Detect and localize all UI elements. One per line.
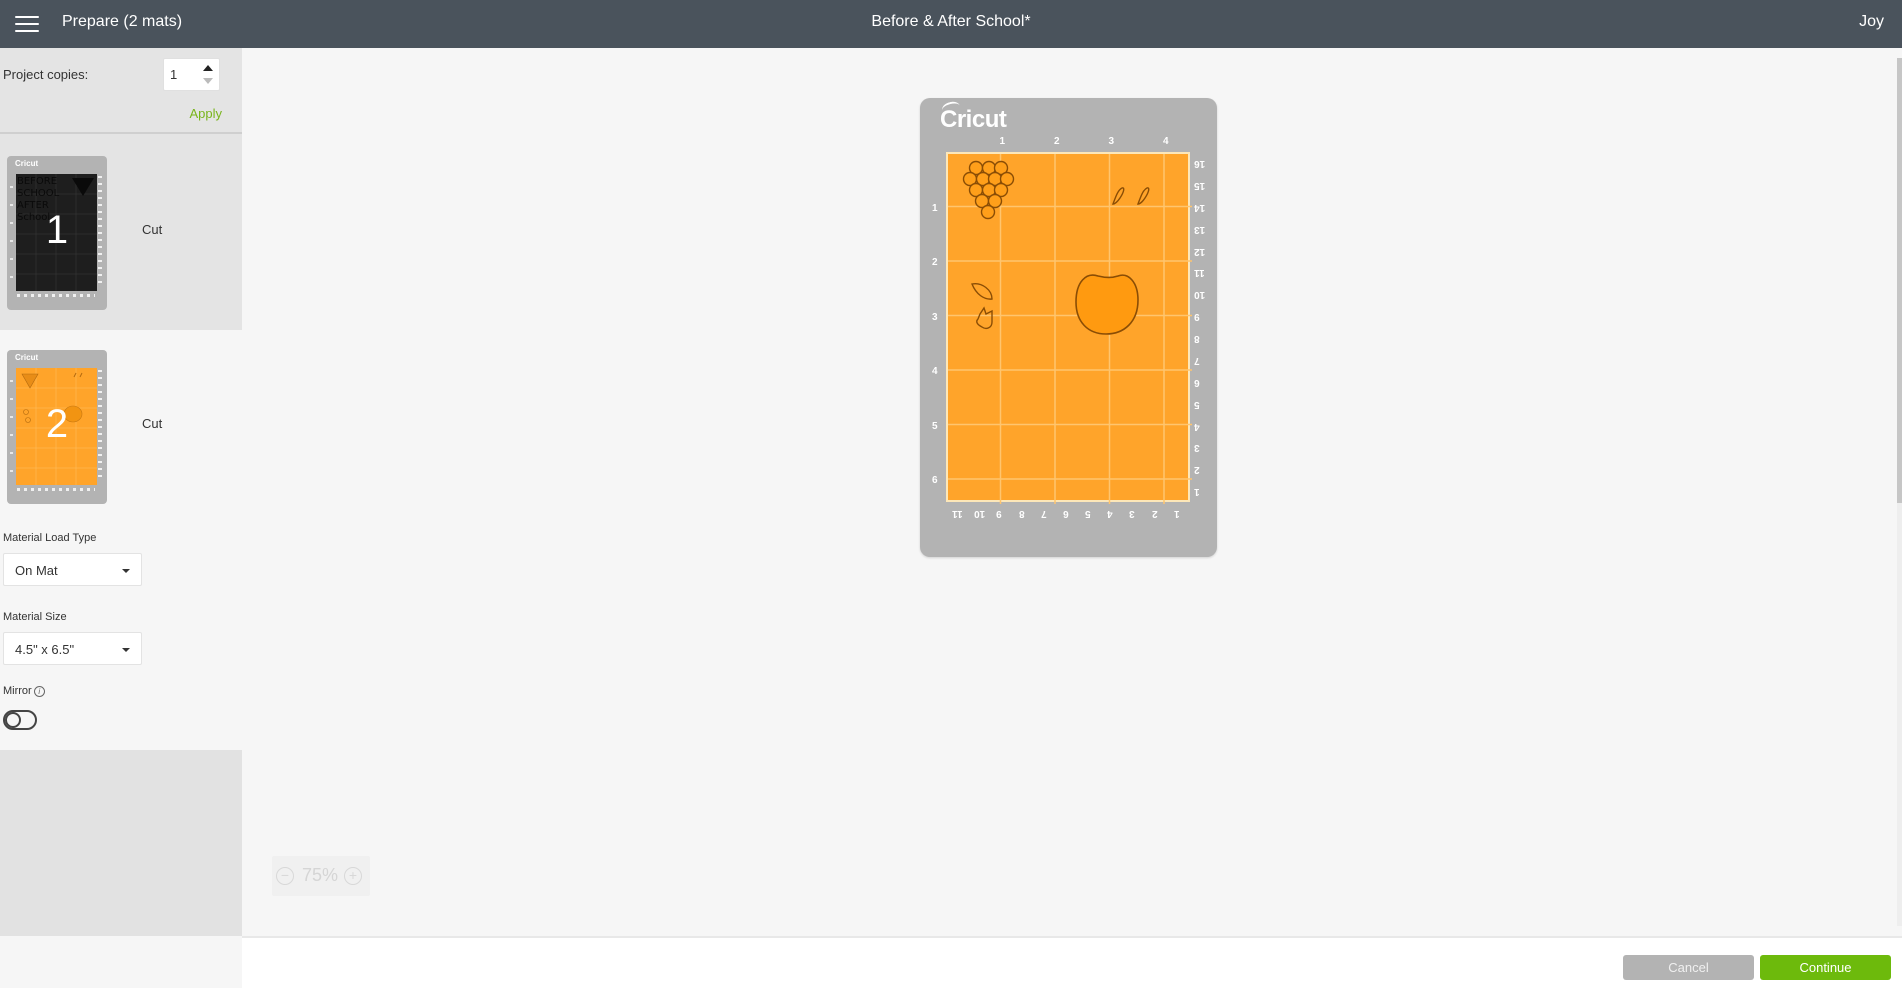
right-ruler-label: 12 [1194, 245, 1206, 257]
right-ruler-label: 8 [1194, 333, 1200, 344]
bottom-ruler-label: 9 [996, 508, 1002, 519]
material-load-type-value: On Mat [15, 563, 58, 578]
bottom-ruler-label: 8 [1018, 508, 1025, 519]
top-bar: Prepare (2 mats) Before & After School* … [0, 0, 1902, 48]
user-menu[interactable]: Joy [1859, 13, 1884, 31]
left-ruler-label: 3 [932, 311, 938, 323]
zoom-control: − 75% + [272, 856, 370, 896]
mat-preview-canvas: Cricut 1 2 3 4 1 2 3 4 5 6 16 15 14 13 12 11 10 9 8 7 6 5 4 3 2 1… [242, 48, 1897, 936]
cutting-mat: Cricut 1 2 3 4 1 2 3 4 5 6 16 15 14 13 12 11 10 9 8 7 6 5 4 3 2 1… [920, 98, 1217, 557]
mirror-label-row: Mirror i [3, 685, 45, 697]
right-ruler-label: 13 [1194, 223, 1206, 235]
left-ruler-label: 4 [932, 366, 938, 377]
svg-text:BEFORE: BEFORE [17, 176, 57, 187]
bottom-ruler-label: 1 [1173, 508, 1180, 519]
right-ruler-label: 4 [1194, 420, 1200, 432]
project-copies-input[interactable] [170, 67, 200, 82]
mirror-toggle[interactable] [3, 710, 37, 730]
right-ruler-label: 9 [1194, 311, 1200, 323]
mat-cut-area [946, 152, 1192, 504]
zoom-in-button[interactable]: + [344, 867, 362, 885]
cancel-button[interactable]: Cancel [1623, 955, 1754, 980]
page-title: Prepare (2 mats) [62, 13, 183, 30]
left-ruler-label: 6 [932, 475, 938, 486]
project-copies-section: Project copies: Apply [0, 48, 242, 134]
material-load-type-select[interactable]: On Mat [3, 553, 142, 586]
mat-number: 1 [45, 208, 69, 252]
bottom-ruler-ticks [17, 488, 95, 491]
bottom-ruler-label: 10 [974, 508, 986, 519]
increment-arrow-icon[interactable] [203, 65, 213, 71]
right-ruler-label: 3 [1194, 442, 1200, 454]
mat-number: 2 [45, 402, 69, 446]
bottom-ruler-label: 3 [1129, 508, 1136, 519]
left-ruler-label: 5 [932, 420, 938, 432]
sidebar: Project copies: Apply Cricut BEFORESCHOO… [0, 48, 242, 988]
grape-shape [980, 204, 996, 220]
cricut-logo: Cricut [15, 159, 39, 168]
scrollbar-thumb[interactable] [1897, 58, 1902, 503]
right-ruler-label: 16 [1194, 158, 1206, 169]
bottom-ruler-label: 4 [1107, 508, 1113, 519]
material-size-label: Material Size [3, 611, 67, 623]
info-icon[interactable]: i [33, 686, 45, 697]
material-size-value: 4.5" x 6.5" [15, 642, 75, 657]
left-ruler-label: 2 [932, 257, 938, 268]
chevron-down-icon [122, 569, 130, 573]
chevron-down-icon [122, 648, 130, 652]
stem-shape [1136, 187, 1150, 205]
right-ruler-label: 11 [1194, 267, 1205, 279]
left-ruler-label: 1 [932, 202, 938, 214]
bottom-ruler-label: 11 [952, 508, 963, 519]
stem-shape [1111, 187, 1125, 205]
hamburger-menu-icon[interactable] [15, 16, 39, 32]
footer-bar: Cancel Continue [242, 936, 1902, 988]
mirror-label: Mirror [3, 685, 32, 697]
bottom-ruler-label: 7 [1040, 508, 1047, 519]
right-ruler-label: 5 [1194, 398, 1200, 410]
material-size-select[interactable]: 4.5" x 6.5" [3, 632, 142, 665]
mat-action-label: Cut [142, 416, 163, 431]
mat-thumbnail-2: Cricut 2 [7, 350, 107, 504]
top-ruler-label: 3 [1108, 136, 1115, 147]
tulip-shape [976, 306, 993, 330]
zoom-out-button[interactable]: − [276, 867, 294, 885]
bottom-ruler-label: 5 [1085, 508, 1091, 519]
bottom-ruler-label: 2 [1151, 508, 1158, 519]
bottom-ruler-label: 6 [1062, 508, 1069, 519]
right-ruler-label: 1 [1194, 486, 1200, 498]
svg-text:SCHOOL: SCHOOL [17, 188, 60, 199]
bottom-ruler-ticks [17, 294, 95, 297]
mat-thumbnail-1: Cricut BEFORE SCHOOL AFTER School 1 [7, 156, 107, 310]
cricut-logo: Cricut [15, 353, 39, 362]
mat-item-2[interactable]: Cricut 2 Cut [0, 330, 242, 526]
mat-item-1[interactable]: Cricut BEFORE SCHOOL AFTER School 1 Cut [0, 134, 242, 330]
sidebar-empty-area [0, 750, 242, 936]
cricut-logo: Cricut [940, 106, 1007, 133]
material-load-type-label: Material Load Type [3, 532, 97, 544]
zoom-level: 75% [302, 865, 339, 885]
right-ruler-label: 14 [1194, 201, 1206, 213]
apple-shape [1075, 274, 1139, 335]
right-ruler-label: 2 [1194, 464, 1200, 476]
vertical-scrollbar[interactable] [1897, 58, 1902, 926]
mat-grid [948, 154, 1192, 504]
continue-button[interactable]: Continue [1760, 955, 1891, 980]
right-ruler-label: 7 [1194, 354, 1200, 366]
project-copies-stepper [163, 58, 220, 91]
top-ruler-label: 4 [1163, 136, 1169, 147]
toggle-knob [5, 712, 21, 728]
leaf-shape [971, 283, 993, 300]
apply-button[interactable]: Apply [189, 106, 222, 121]
right-ruler-label: 6 [1194, 376, 1200, 388]
top-ruler-label: 1 [999, 136, 1006, 147]
right-ruler-label: 10 [1194, 289, 1206, 301]
decrement-arrow-icon[interactable] [203, 78, 213, 84]
top-ruler-label: 2 [1054, 136, 1060, 147]
right-ruler-label: 15 [1194, 179, 1206, 191]
mat-action-label: Cut [142, 222, 163, 237]
project-name: Before & After School* [871, 13, 1031, 30]
project-copies-label: Project copies: [3, 67, 89, 82]
